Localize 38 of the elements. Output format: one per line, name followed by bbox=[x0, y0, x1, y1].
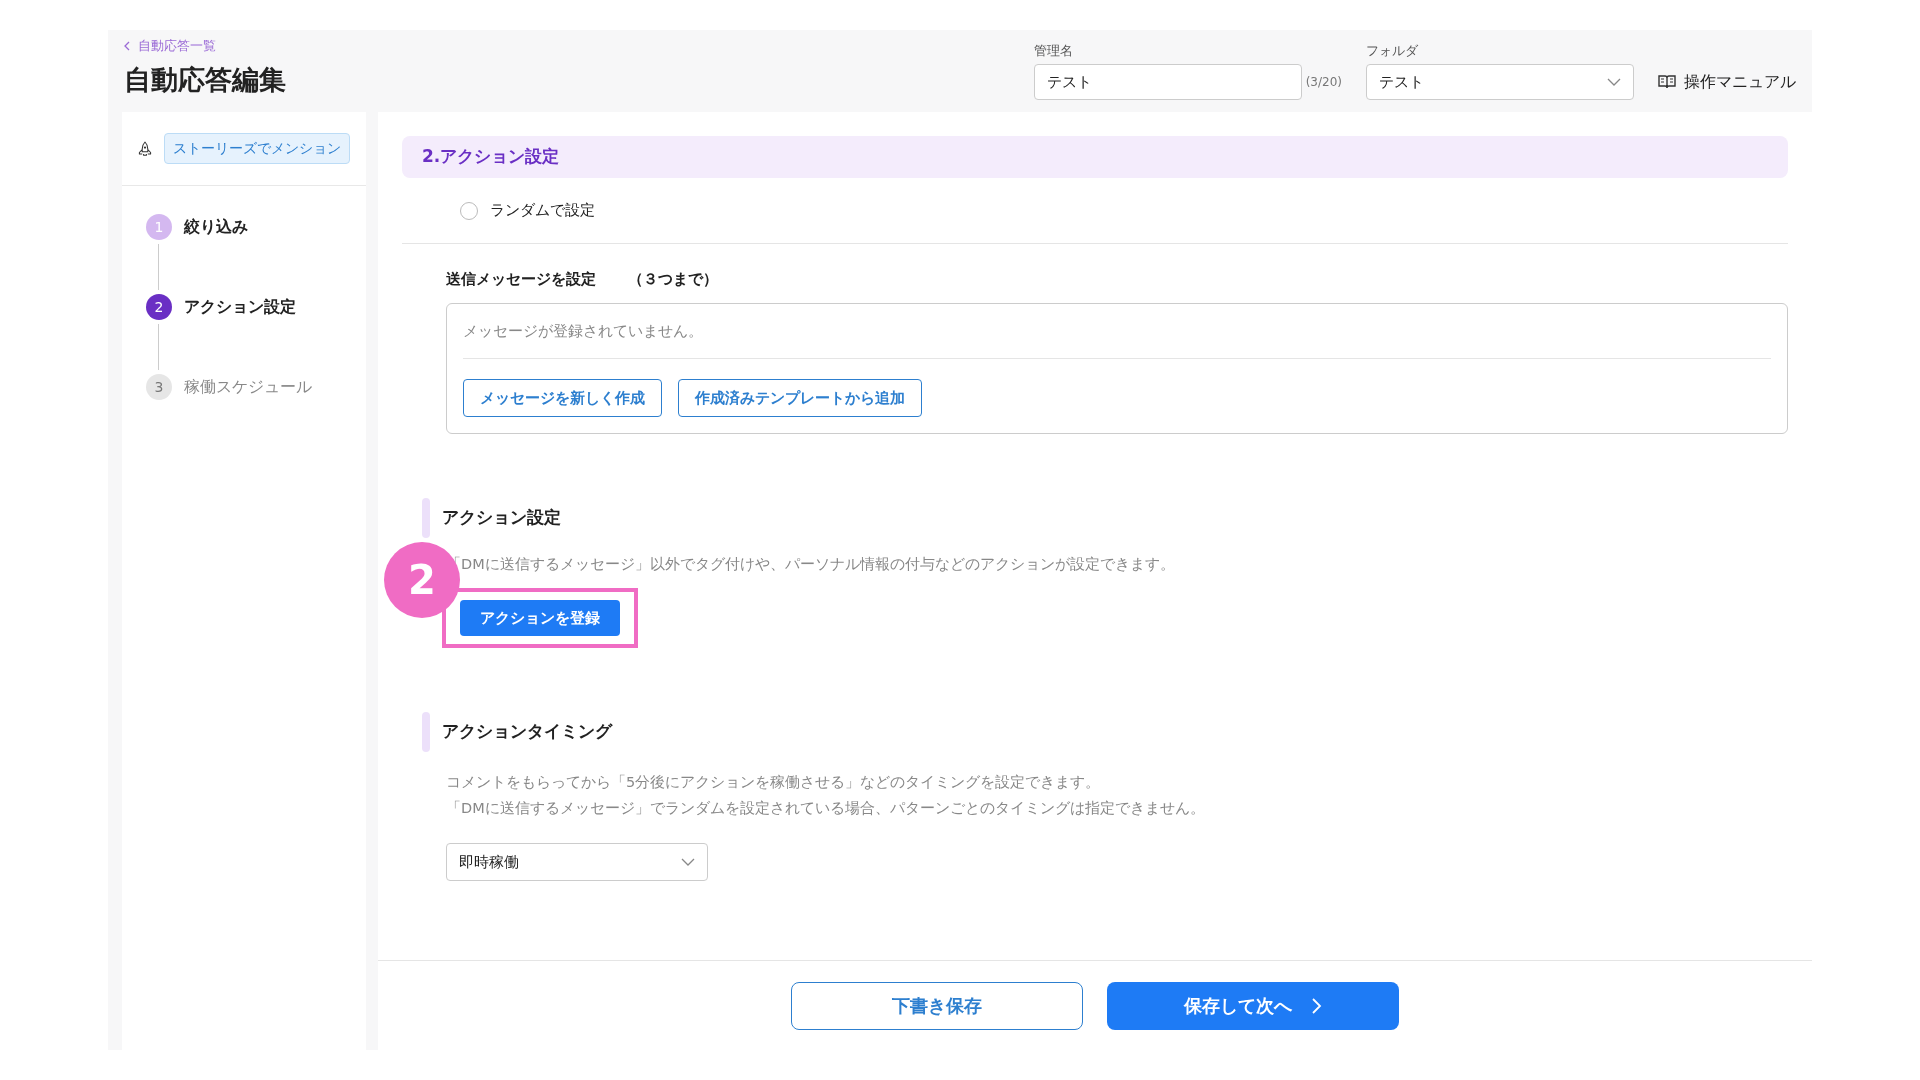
accent-bar bbox=[422, 498, 430, 538]
chevron-down-icon bbox=[1607, 78, 1621, 86]
trigger-tag: ストーリーズでメンション bbox=[164, 133, 350, 164]
step-number: 1 bbox=[146, 214, 172, 240]
outline-button[interactable]: 作成済みテンプレートから追加 bbox=[678, 379, 922, 417]
book-icon bbox=[1658, 75, 1676, 89]
accent-bar bbox=[422, 711, 430, 752]
chevron-down-icon bbox=[681, 858, 695, 867]
back-link[interactable]: 自動応答一覧 bbox=[124, 36, 286, 56]
step-label[interactable]: 絞り込み bbox=[184, 215, 248, 239]
save-draft-button[interactable]: 下書き保存 bbox=[791, 981, 1083, 1030]
timing-title: アクションタイミング bbox=[442, 720, 612, 743]
messages-title: 送信メッセージを設定 bbox=[446, 269, 596, 290]
timing-description: 「DMに送信するメッセージ」でランダムを設定されている場合、パターンごとのタイミングは指定できません。 bbox=[446, 798, 1206, 818]
step-label[interactable]: 稼働スケジュール bbox=[184, 375, 312, 399]
timing-description: コメントをもらってから「5分後にアクションを稼働させる」などのタイミングを設定できます。 bbox=[446, 772, 1102, 792]
save-next-button[interactable]: 保存して次へ bbox=[1107, 981, 1399, 1030]
manual-link[interactable]: 操作マニュアル bbox=[1658, 64, 1796, 100]
name-input[interactable]: テスト bbox=[1033, 64, 1302, 100]
page-title: 自動応答編集 bbox=[124, 62, 286, 97]
radio-label: ランダムで設定 bbox=[490, 200, 595, 222]
register-action-button[interactable]: アクションを登録 bbox=[460, 599, 620, 636]
folder-select[interactable]: テスト bbox=[1366, 64, 1634, 100]
step-number: 2 bbox=[146, 294, 172, 320]
step-label[interactable]: アクション設定 bbox=[184, 295, 296, 319]
field-label: フォルダ bbox=[1366, 41, 1419, 60]
action-title: アクション設定 bbox=[442, 506, 561, 530]
step-number: 3 bbox=[146, 374, 172, 400]
chevron-left-icon bbox=[124, 40, 130, 51]
timing-select[interactable]: 即時稼働 bbox=[446, 843, 708, 882]
messages-limit: （３つまで） bbox=[628, 269, 718, 290]
field-label: 管理名 bbox=[1033, 41, 1074, 60]
empty-message: メッセージが登録されていません。 bbox=[463, 319, 1771, 359]
section-title: 2.アクション設定 bbox=[422, 145, 560, 169]
chevron-right-icon bbox=[1312, 997, 1322, 1014]
outline-button[interactable]: メッセージを新しく作成 bbox=[463, 379, 662, 417]
action-description: 「DMに送信するメッセージ」以外でタグ付けや、パーソナル情報の付与などのアクションが設定できます。 bbox=[445, 555, 1176, 574]
character-counter: (3/20) bbox=[1305, 74, 1342, 91]
